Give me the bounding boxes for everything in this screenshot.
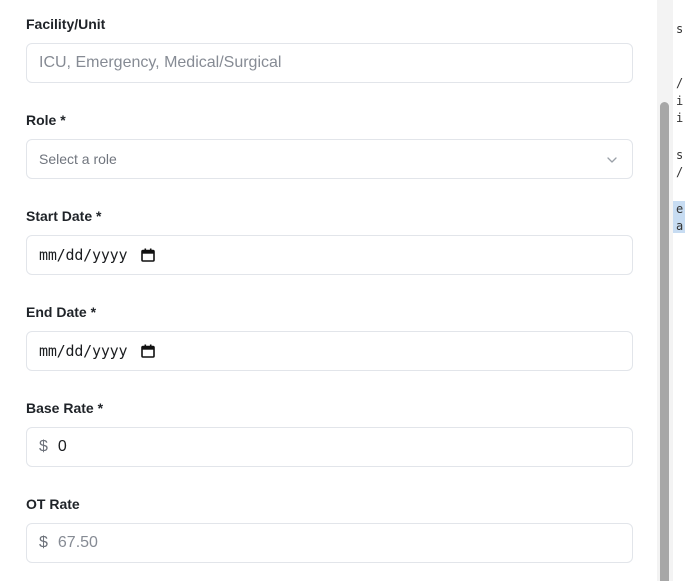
start-date-field: Start Date * mm/dd/yyyy <box>26 207 633 275</box>
scrollbar-thumb[interactable] <box>660 102 669 581</box>
role-field: Role * Select a role <box>26 111 633 179</box>
code-fragment: / <box>676 76 684 90</box>
role-select[interactable]: Select a role <box>26 139 633 179</box>
code-fragment: s <box>676 22 684 36</box>
code-fragment: i <box>676 111 684 125</box>
end-date-value: mm/dd/yyyy <box>39 342 128 360</box>
ot-rate-input[interactable]: $ 67.50 <box>26 523 633 563</box>
calendar-icon[interactable] <box>141 248 156 262</box>
base-rate-value: 0 <box>57 438 67 455</box>
chevron-down-icon <box>607 157 617 163</box>
ot-rate-label: OT Rate <box>26 496 80 512</box>
facility-field: Facility/Unit ICU, Emergency, Medical/Su… <box>26 15 633 83</box>
start-date-value: mm/dd/yyyy <box>39 246 128 264</box>
code-fragment: i <box>676 94 684 108</box>
ot-rate-field: OT Rate $ 67.50 <box>26 495 633 563</box>
role-label: Role * <box>26 112 66 128</box>
currency-symbol: $ <box>39 438 48 455</box>
base-rate-input[interactable]: $ 0 <box>26 427 633 467</box>
facility-input[interactable]: ICU, Emergency, Medical/Surgical <box>26 43 633 83</box>
assignment-form-modal: Facility/Unit ICU, Emergency, Medical/Su… <box>0 0 657 581</box>
end-date-input[interactable]: mm/dd/yyyy <box>26 331 633 371</box>
base-rate-label: Base Rate * <box>26 400 104 416</box>
end-date-label: End Date * <box>26 304 97 320</box>
calendar-icon[interactable] <box>141 344 156 358</box>
facility-placeholder: ICU, Emergency, Medical/Surgical <box>39 54 282 71</box>
facility-label: Facility/Unit <box>26 16 106 32</box>
code-fragment: / <box>676 165 684 179</box>
code-fragment: e <box>676 202 684 216</box>
code-fragment: s <box>676 148 684 162</box>
ot-rate-placeholder: 67.50 <box>57 534 98 551</box>
role-select-value: Select a role <box>39 151 117 167</box>
currency-symbol: $ <box>39 534 48 551</box>
code-fragment: a <box>676 219 684 233</box>
end-date-field: End Date * mm/dd/yyyy <box>26 303 633 371</box>
background-code-panel: s / i i s / <box>673 0 685 581</box>
start-date-label: Start Date * <box>26 208 102 224</box>
base-rate-field: Base Rate * $ 0 <box>26 399 633 467</box>
start-date-input[interactable]: mm/dd/yyyy <box>26 235 633 275</box>
